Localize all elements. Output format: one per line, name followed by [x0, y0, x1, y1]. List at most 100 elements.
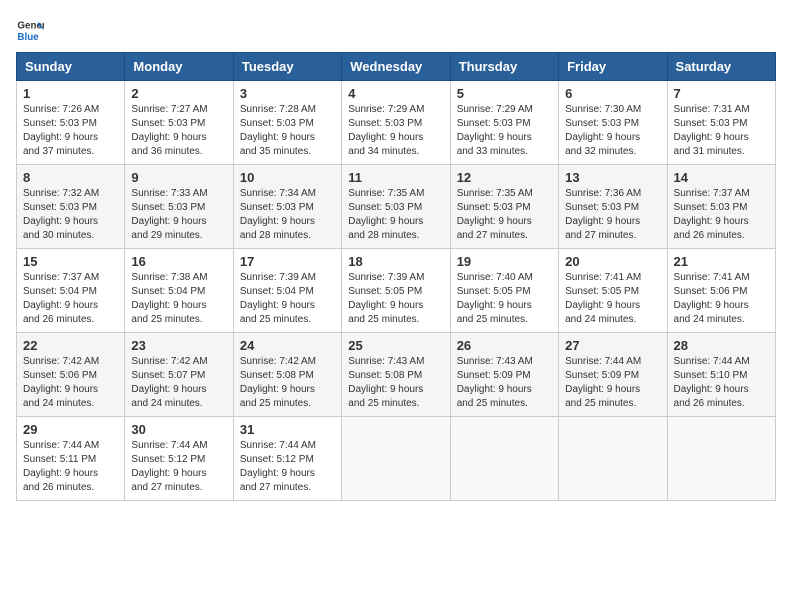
day-number: 26	[457, 338, 552, 353]
calendar-cell: 10Sunrise: 7:34 AM Sunset: 5:03 PM Dayli…	[233, 165, 341, 249]
calendar-cell: 12 Sunrise: 7:35 AM Sunset: 5:03 PM Dayli…	[450, 165, 558, 249]
day-header-friday: Friday	[559, 53, 667, 81]
calendar: SundayMondayTuesdayWednesdayThursdayFrid…	[16, 52, 776, 501]
day-header-tuesday: Tuesday	[233, 53, 341, 81]
day-info: Sunrise: 7:42 AM Sunset: 5:06 PM Dayligh…	[23, 355, 118, 411]
calendar-cell: 11Sunrise: 7:35 AM Sunset: 5:03 PM Dayli…	[342, 165, 450, 249]
day-number: 30	[131, 422, 226, 437]
day-number: 23	[131, 338, 226, 353]
calendar-cell: 1 Sunrise: 7:26 AM Sunset: 5:03 PM Daylig…	[17, 81, 125, 165]
day-number: 22	[23, 338, 118, 353]
calendar-cell: 2 Sunrise: 7:27 AM Sunset: 5:03 PM Daylig…	[125, 81, 233, 165]
calendar-cell: 8 Sunrise: 7:32 AM Sunset: 5:03 PM Daylig…	[17, 165, 125, 249]
calendar-cell: 25 Sunrise: 7:43 AM Sunset: 5:08 PM Dayli…	[342, 333, 450, 417]
day-number: 11	[348, 170, 443, 185]
day-number: 24	[240, 338, 335, 353]
day-number: 6	[565, 86, 660, 101]
calendar-cell: 21 Sunrise: 7:41 AM Sunset: 5:06 PM Dayli…	[667, 249, 775, 333]
calendar-cell: 19 Sunrise: 7:40 AM Sunset: 5:05 PM Dayli…	[450, 249, 558, 333]
day-info: Sunrise: 7:37 AM Sunset: 5:04 PM Dayligh…	[23, 271, 118, 327]
calendar-week-row: 29 Sunrise: 7:44 AM Sunset: 5:11 PM Dayli…	[17, 417, 776, 501]
day-number: 15	[23, 254, 118, 269]
day-info: Sunrise: 7:35 AM Sunset: 5:03 PM Dayligh…	[457, 187, 552, 243]
calendar-cell: 31Sunrise: 7:44 AM Sunset: 5:12 PM Dayli…	[233, 417, 341, 501]
calendar-cell: 5Sunrise: 7:29 AM Sunset: 5:03 PM Daylig…	[450, 81, 558, 165]
day-info: Sunrise: 7:44 AM Sunset: 5:12 PM Dayligh…	[240, 439, 335, 495]
day-number: 13	[565, 170, 660, 185]
header: General Blue	[16, 16, 776, 44]
day-number: 1	[23, 86, 118, 101]
day-number: 4	[348, 86, 443, 101]
calendar-cell: 29 Sunrise: 7:44 AM Sunset: 5:11 PM Dayli…	[17, 417, 125, 501]
day-number: 2	[131, 86, 226, 101]
day-number: 14	[674, 170, 769, 185]
day-number: 25	[348, 338, 443, 353]
day-info: Sunrise: 7:39 AM Sunset: 5:04 PM Dayligh…	[240, 271, 335, 327]
day-info: Sunrise: 7:41 AM Sunset: 5:05 PM Dayligh…	[565, 271, 660, 327]
day-number: 29	[23, 422, 118, 437]
day-info: Sunrise: 7:36 AM Sunset: 5:03 PM Dayligh…	[565, 187, 660, 243]
calendar-cell: 13 Sunrise: 7:36 AM Sunset: 5:03 PM Dayli…	[559, 165, 667, 249]
calendar-cell: 30 Sunrise: 7:44 AM Sunset: 5:12 PM Dayli…	[125, 417, 233, 501]
day-info: Sunrise: 7:41 AM Sunset: 5:06 PM Dayligh…	[674, 271, 769, 327]
calendar-cell	[450, 417, 558, 501]
day-info: Sunrise: 7:42 AM Sunset: 5:08 PM Dayligh…	[240, 355, 335, 411]
day-header-monday: Monday	[125, 53, 233, 81]
calendar-cell: 20Sunrise: 7:41 AM Sunset: 5:05 PM Dayli…	[559, 249, 667, 333]
calendar-cell: 24 Sunrise: 7:42 AM Sunset: 5:08 PM Dayli…	[233, 333, 341, 417]
day-number: 21	[674, 254, 769, 269]
day-number: 18	[348, 254, 443, 269]
calendar-cell: 16 Sunrise: 7:38 AM Sunset: 5:04 PM Dayli…	[125, 249, 233, 333]
calendar-cell: 27 Sunrise: 7:44 AM Sunset: 5:09 PM Dayli…	[559, 333, 667, 417]
day-number: 3	[240, 86, 335, 101]
day-info: Sunrise: 7:43 AM Sunset: 5:09 PM Dayligh…	[457, 355, 552, 411]
calendar-cell: 3 Sunrise: 7:28 AM Sunset: 5:03 PM Daylig…	[233, 81, 341, 165]
day-number: 8	[23, 170, 118, 185]
day-info: Sunrise: 7:44 AM Sunset: 5:09 PM Dayligh…	[565, 355, 660, 411]
calendar-cell: 28 Sunrise: 7:44 AM Sunset: 5:10 PM Dayli…	[667, 333, 775, 417]
day-info: Sunrise: 7:33 AM Sunset: 5:03 PM Dayligh…	[131, 187, 226, 243]
calendar-week-row: 15 Sunrise: 7:37 AM Sunset: 5:04 PM Dayli…	[17, 249, 776, 333]
day-info: Sunrise: 7:38 AM Sunset: 5:04 PM Dayligh…	[131, 271, 226, 327]
day-number: 12	[457, 170, 552, 185]
calendar-cell: 7Sunrise: 7:31 AM Sunset: 5:03 PM Daylig…	[667, 81, 775, 165]
day-info: Sunrise: 7:43 AM Sunset: 5:08 PM Dayligh…	[348, 355, 443, 411]
day-info: Sunrise: 7:27 AM Sunset: 5:03 PM Dayligh…	[131, 103, 226, 159]
day-info: Sunrise: 7:44 AM Sunset: 5:12 PM Dayligh…	[131, 439, 226, 495]
day-number: 16	[131, 254, 226, 269]
day-info: Sunrise: 7:26 AM Sunset: 5:03 PM Dayligh…	[23, 103, 118, 159]
day-info: Sunrise: 7:32 AM Sunset: 5:03 PM Dayligh…	[23, 187, 118, 243]
day-info: Sunrise: 7:30 AM Sunset: 5:03 PM Dayligh…	[565, 103, 660, 159]
day-number: 17	[240, 254, 335, 269]
day-header-wednesday: Wednesday	[342, 53, 450, 81]
day-number: 28	[674, 338, 769, 353]
calendar-cell: 17 Sunrise: 7:39 AM Sunset: 5:04 PM Dayli…	[233, 249, 341, 333]
day-number: 27	[565, 338, 660, 353]
day-header-thursday: Thursday	[450, 53, 558, 81]
day-info: Sunrise: 7:29 AM Sunset: 5:03 PM Dayligh…	[457, 103, 552, 159]
calendar-header-row: SundayMondayTuesdayWednesdayThursdayFrid…	[17, 53, 776, 81]
day-info: Sunrise: 7:28 AM Sunset: 5:03 PM Dayligh…	[240, 103, 335, 159]
day-info: Sunrise: 7:44 AM Sunset: 5:10 PM Dayligh…	[674, 355, 769, 411]
calendar-cell: 26 Sunrise: 7:43 AM Sunset: 5:09 PM Dayli…	[450, 333, 558, 417]
calendar-week-row: 1 Sunrise: 7:26 AM Sunset: 5:03 PM Daylig…	[17, 81, 776, 165]
day-number: 19	[457, 254, 552, 269]
calendar-week-row: 22 Sunrise: 7:42 AM Sunset: 5:06 PM Dayli…	[17, 333, 776, 417]
day-info: Sunrise: 7:34 AM Sunset: 5:03 PM Dayligh…	[240, 187, 335, 243]
day-info: Sunrise: 7:40 AM Sunset: 5:05 PM Dayligh…	[457, 271, 552, 327]
calendar-week-row: 8 Sunrise: 7:32 AM Sunset: 5:03 PM Daylig…	[17, 165, 776, 249]
day-info: Sunrise: 7:37 AM Sunset: 5:03 PM Dayligh…	[674, 187, 769, 243]
day-number: 9	[131, 170, 226, 185]
day-info: Sunrise: 7:39 AM Sunset: 5:05 PM Dayligh…	[348, 271, 443, 327]
calendar-cell: 4 Sunrise: 7:29 AM Sunset: 5:03 PM Daylig…	[342, 81, 450, 165]
calendar-cell: 18 Sunrise: 7:39 AM Sunset: 5:05 PM Dayli…	[342, 249, 450, 333]
calendar-cell	[559, 417, 667, 501]
day-info: Sunrise: 7:42 AM Sunset: 5:07 PM Dayligh…	[131, 355, 226, 411]
day-header-sunday: Sunday	[17, 53, 125, 81]
logo-icon: General Blue	[16, 16, 44, 44]
day-header-saturday: Saturday	[667, 53, 775, 81]
day-info: Sunrise: 7:29 AM Sunset: 5:03 PM Dayligh…	[348, 103, 443, 159]
day-info: Sunrise: 7:44 AM Sunset: 5:11 PM Dayligh…	[23, 439, 118, 495]
calendar-cell: 6 Sunrise: 7:30 AM Sunset: 5:03 PM Daylig…	[559, 81, 667, 165]
calendar-cell: 23 Sunrise: 7:42 AM Sunset: 5:07 PM Dayli…	[125, 333, 233, 417]
